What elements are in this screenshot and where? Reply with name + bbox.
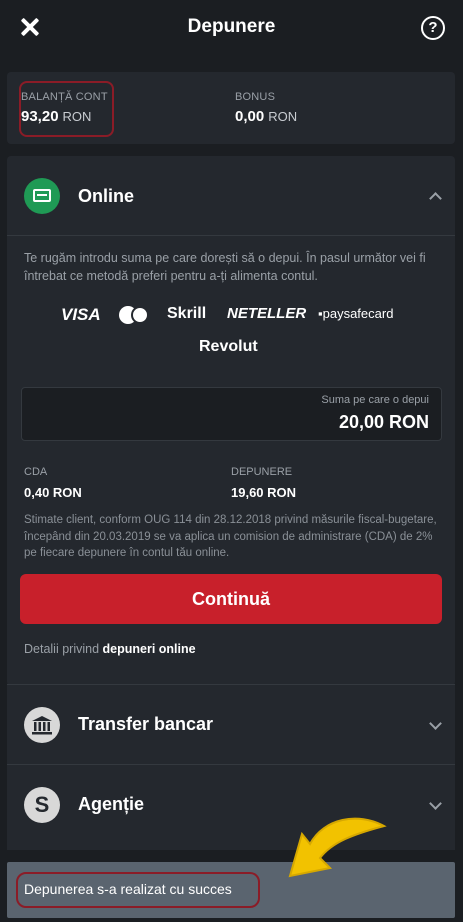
section-transfer-bancar[interactable]: Transfer bancar [7, 684, 455, 764]
agency-icon: S [24, 787, 60, 823]
page-title: Depunere [187, 16, 276, 37]
balance-card: BALANȚĂ CONT 93,20 RON BONUS 0,00 RON [7, 72, 455, 144]
online-section: Online Te rugăm introdu suma pe care dor… [7, 156, 455, 686]
bonus-label: BONUS [235, 91, 276, 103]
details-link[interactable]: Detalii privind depuneri online [24, 642, 196, 656]
paysafecard-logo: ▪paysafecard [318, 306, 394, 321]
visa-logo: VISA [61, 305, 101, 324]
details-link-text[interactable]: depuneri online [103, 642, 196, 656]
toast-message: Depunerea s-a realizat cu succes [24, 881, 232, 897]
deposit-value: 19,60 RON [231, 485, 297, 500]
deposit-label: DEPUNERE [231, 466, 293, 478]
amount-value[interactable]: 20,00 RON [339, 412, 429, 433]
skrill-logo: Skrill [167, 305, 207, 322]
card-icon [24, 178, 60, 214]
agentie-label: Agenție [78, 794, 145, 814]
cda-value: 0,40 RON [24, 485, 82, 500]
cda-label: CDA [24, 466, 48, 478]
bank-icon [24, 707, 60, 743]
online-section-header[interactable]: Online [7, 156, 455, 236]
cda-notice: Stimate client, conform OUG 114 din 28.1… [24, 514, 437, 559]
account-balance-value: 93,20 RON [21, 108, 91, 125]
account-balance-amount: 93,20 [21, 108, 59, 125]
account-balance-currency: RON [62, 109, 92, 124]
revolut-logo: Revolut [199, 338, 258, 355]
bonus-amount: 0,00 [235, 108, 265, 125]
intro-text: Te rugăm introdu suma pe care dorești să… [24, 251, 426, 283]
header: Depunere ? [0, 0, 463, 56]
neteller-logo: NETELLER [227, 305, 307, 322]
bonus-currency: RON [268, 109, 298, 124]
chevron-down-icon[interactable] [429, 797, 442, 810]
details-prefix: Detalii privind [24, 642, 100, 656]
help-icon[interactable]: ? [421, 16, 445, 40]
annotation-arrow-icon [288, 817, 387, 878]
account-balance-label: BALANȚĂ CONT [21, 91, 108, 103]
chevron-up-icon[interactable] [429, 192, 442, 205]
transfer-bancar-label: Transfer bancar [78, 714, 214, 734]
amount-label: Suma pe care o depui [321, 394, 429, 406]
mastercard-logo [119, 306, 149, 324]
amount-input[interactable]: Suma pe care o depui 20,00 RON [21, 387, 442, 441]
chevron-down-icon[interactable] [429, 717, 442, 730]
continue-button[interactable]: Continuă [20, 574, 442, 624]
online-label: Online [78, 186, 135, 206]
bonus-value: 0,00 RON [235, 108, 297, 125]
paysafecard-text: paysafecard [322, 306, 394, 321]
